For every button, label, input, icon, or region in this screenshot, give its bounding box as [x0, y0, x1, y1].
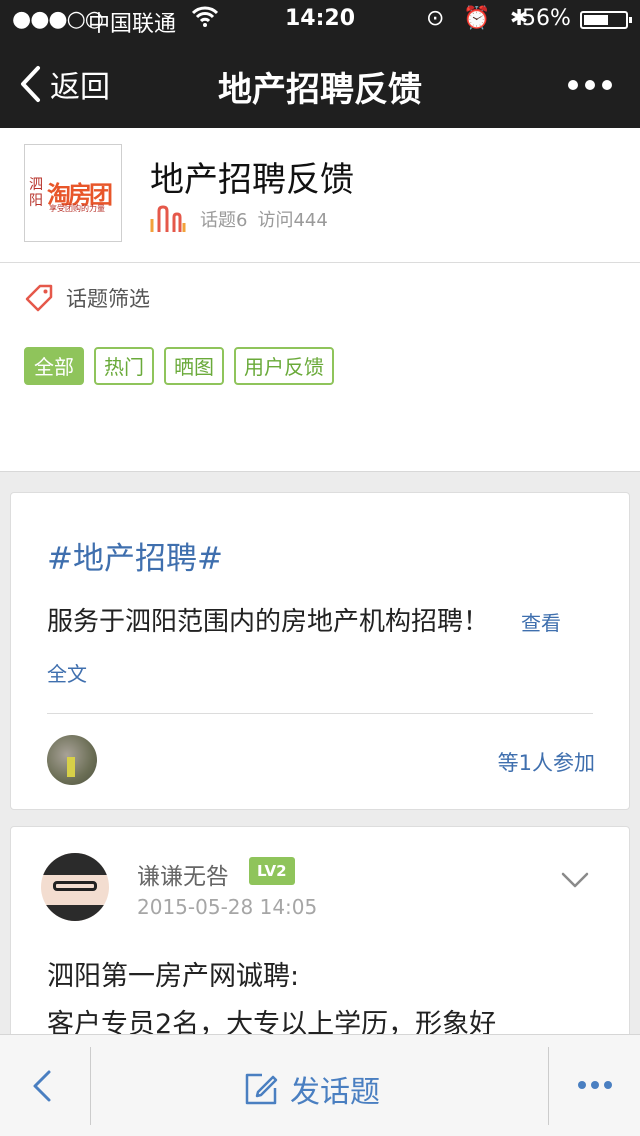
bottom-toolbar: 发话题 — [0, 1034, 640, 1136]
page-title: 地产招聘反馈 — [218, 70, 422, 110]
topic-card: #地产招聘# 服务于泗阳范围内的房地产机构招聘！ 查看全文 等1人参加 — [10, 492, 630, 810]
logo-tagline: 享受团购的力量 — [49, 204, 105, 213]
divider — [47, 713, 593, 714]
topic-hashtag[interactable]: #地产招聘# — [47, 533, 223, 578]
nav-bar: 返回 地产招聘反馈 — [0, 40, 640, 128]
visits-count: 访问444 — [257, 210, 328, 231]
community-stats: 话题6 访问444 — [150, 204, 338, 234]
toolbar-divider — [548, 1047, 549, 1125]
battery-percent: 56% — [522, 6, 571, 31]
filter-heading: 话题筛选 — [24, 283, 150, 313]
more-dots-icon[interactable] — [568, 80, 612, 90]
logo-city-text: 泗阳 — [29, 177, 43, 209]
filter-tag-feedback[interactable]: 用户反馈 — [234, 347, 334, 385]
topic-filter: 话题筛选 全部 热门 晒图 用户反馈 — [0, 263, 640, 472]
post-timestamp: 2015-05-28 14:05 — [137, 895, 318, 919]
filter-tag-photos[interactable]: 晒图 — [164, 347, 224, 385]
participants-link[interactable]: 等1人参加 — [498, 747, 595, 777]
toolbar-more-icon[interactable] — [578, 1081, 612, 1089]
topics-count: 话题6 — [200, 210, 248, 231]
filter-tags: 全部 热门 晒图 用户反馈 — [24, 347, 344, 385]
activity-bars-icon — [150, 205, 186, 232]
topic-description-text: 服务于泗阳范围内的房地产机构招聘！ — [47, 607, 490, 637]
filter-tag-hot[interactable]: 热门 — [94, 347, 154, 385]
community-header: 泗阳 淘房团 享受团购的力量 地产招聘反馈 话题6 访问444 — [0, 128, 640, 263]
post-card[interactable]: 谦谦无咎 LV2 2015-05-28 14:05 泗阳第一房产网诚聘: 客户专… — [10, 826, 630, 1066]
status-icons: ⊙ ⏰ ✱ — [426, 6, 535, 31]
user-avatar[interactable] — [41, 853, 109, 921]
filter-tag-all[interactable]: 全部 — [24, 347, 84, 385]
compose-topic-button[interactable]: 发话题 — [244, 1067, 380, 1111]
community-logo: 泗阳 淘房团 享受团购的力量 — [24, 144, 122, 242]
post-body-line: 泗阳第一房产网诚聘: — [47, 961, 300, 992]
status-bar: ●●●○○ 中国联通 14:20 ⊙ ⏰ ✱ 56% — [0, 0, 640, 40]
participant-avatar[interactable] — [47, 735, 97, 785]
compose-label: 发话题 — [290, 1075, 380, 1110]
toolbar-divider — [90, 1047, 91, 1125]
chevron-down-icon[interactable] — [561, 871, 589, 889]
toolbar-back-icon[interactable] — [30, 1069, 54, 1103]
level-badge: LV2 — [249, 857, 295, 885]
battery-icon — [580, 11, 632, 29]
post-username[interactable]: 谦谦无咎 — [137, 857, 229, 891]
edit-icon — [245, 1073, 278, 1105]
filter-title: 话题筛选 — [66, 287, 150, 311]
topic-description: 服务于泗阳范围内的房地产机构招聘！ 查看全文 — [47, 597, 567, 699]
community-title: 地产招聘反馈 — [150, 160, 354, 200]
tag-icon — [25, 284, 53, 312]
